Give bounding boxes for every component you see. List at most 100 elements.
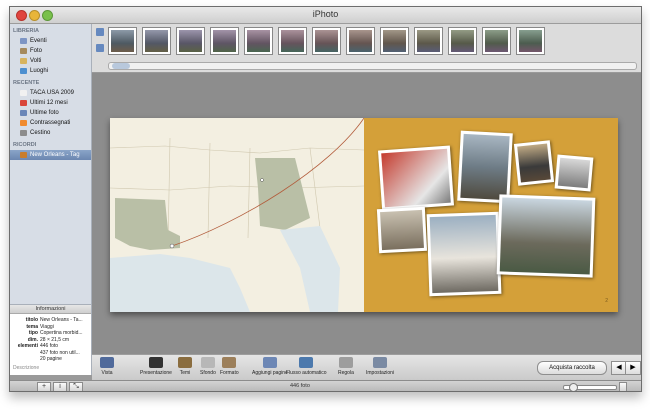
- sfondo-button[interactable]: Sfondo: [200, 357, 216, 376]
- view-icon: [100, 357, 114, 368]
- aggiungi-pagine-button[interactable]: Aggiungi pagine: [252, 357, 288, 376]
- photos-icon: [20, 48, 27, 54]
- page-thumbnail[interactable]: [380, 27, 409, 55]
- page-thumbnail[interactable]: [516, 27, 545, 55]
- sidebar-item[interactable]: Cestino: [10, 128, 91, 138]
- add-pages-icon: [262, 357, 277, 368]
- collage-photo[interactable]: [457, 130, 513, 204]
- memories-header: RICORDI: [13, 142, 37, 148]
- slideshow-icon: [148, 357, 163, 368]
- background-icon: [200, 357, 215, 368]
- toolbar-button-label: Regola: [338, 370, 354, 376]
- zoom-max-icon[interactable]: [619, 382, 627, 391]
- sidebar-item[interactable]: New Orleans - Tag: [10, 150, 91, 160]
- sidebar-item[interactable]: Foto: [10, 46, 91, 56]
- trash-icon: [20, 130, 27, 136]
- sidebar-item[interactable]: Eventi: [10, 36, 91, 46]
- sidebar-item[interactable]: TACA USA 2009: [10, 88, 91, 98]
- next-page-button[interactable]: ▶: [625, 361, 641, 375]
- info-panel: Informazioni titolo New Orleans - Ta... te…: [10, 304, 92, 375]
- collage-photo[interactable]: [513, 140, 555, 186]
- add-button[interactable]: +: [37, 382, 51, 391]
- page-view-icon[interactable]: [96, 28, 104, 36]
- sidebar-item[interactable]: Contrassegnati: [10, 118, 91, 128]
- map-page[interactable]: [110, 118, 364, 312]
- sidebar-item-label: Volti: [30, 58, 42, 64]
- places-icon: [20, 68, 27, 74]
- layout-icon: [222, 357, 237, 368]
- scrollbar-knob[interactable]: [112, 63, 130, 69]
- sidebar-item-label: Eventi: [30, 38, 47, 44]
- page-thumbnail[interactable]: [448, 27, 477, 55]
- collage-photo[interactable]: [377, 145, 455, 211]
- regola-button[interactable]: Regola: [338, 357, 354, 376]
- page-thumbnail[interactable]: [142, 27, 171, 55]
- thumbnail-scrollbar[interactable]: [108, 62, 637, 70]
- toolbar-button-label: Impostazioni: [366, 370, 395, 376]
- sidebar-item[interactable]: Ultimi 12 mesi: [10, 98, 91, 108]
- page-thumbnail[interactable]: [244, 27, 273, 55]
- page-thumbnail[interactable]: [482, 27, 511, 55]
- collage-photo[interactable]: [554, 154, 594, 192]
- vista-button[interactable]: Vista: [100, 357, 114, 376]
- calendar-icon: [20, 100, 27, 106]
- sidebar-item[interactable]: Luoghi: [10, 66, 91, 76]
- photo-collage-page[interactable]: 2: [364, 118, 618, 312]
- temi-button[interactable]: Temi: [178, 357, 192, 376]
- page-thumbnail[interactable]: [278, 27, 307, 55]
- events-icon: [20, 38, 27, 44]
- info-value: 20 pagine: [40, 356, 62, 362]
- impostazioni-button[interactable]: Impostazioni: [366, 357, 394, 376]
- sidebar-item[interactable]: Ultime foto: [10, 108, 91, 118]
- photo-count: 446 foto: [290, 383, 310, 389]
- buy-book-button[interactable]: Acquista raccolta: [537, 361, 607, 375]
- adjust-icon: [338, 357, 353, 368]
- map-illustration: [110, 118, 364, 312]
- sidebar-item-label: Ultime foto: [30, 110, 59, 116]
- faces-icon: [20, 58, 27, 64]
- toolbar-button-label: Presentazione: [140, 370, 172, 376]
- zoom-slider-knob[interactable]: [568, 383, 578, 391]
- toolbar-button-label: Temi: [179, 370, 191, 376]
- page-number: 2: [605, 298, 608, 304]
- photos-view-icon[interactable]: [96, 44, 104, 52]
- collage-photo[interactable]: [376, 206, 428, 254]
- description-field[interactable]: Descrizione: [10, 365, 91, 371]
- info-key: [10, 356, 40, 363]
- info-button[interactable]: i: [53, 382, 67, 391]
- sidebar-item[interactable]: Volti: [10, 56, 91, 66]
- import-icon: [20, 110, 27, 116]
- toolbar-button-label: Aggiungi pagine: [252, 370, 288, 376]
- sidebar-item-label: Contrassegnati: [30, 120, 71, 126]
- flag-icon: [20, 120, 27, 126]
- title-bar: iPhoto: [10, 7, 641, 24]
- collage-photo[interactable]: [426, 211, 502, 297]
- event-icon: [20, 90, 27, 96]
- flusso-automatico-button[interactable]: Flusso automatico: [286, 357, 327, 376]
- zoom-slider[interactable]: [563, 383, 617, 391]
- iphoto-window: iPhoto LIBRERIA Eventi Foto Volti Luoghi RE…: [9, 6, 642, 392]
- themes-icon: [178, 357, 192, 368]
- collage-photo[interactable]: [496, 194, 596, 278]
- page-thumbnail[interactable]: [346, 27, 375, 55]
- fullscreen-button[interactable]: ⤡: [69, 382, 83, 391]
- sidebar-item-label: Luoghi: [30, 68, 49, 74]
- toolbar-button-label: Sfondo: [200, 370, 216, 376]
- sidebar-item-label: Cestino: [30, 130, 51, 136]
- formato-button[interactable]: Formato: [220, 357, 239, 376]
- page-thumbnail[interactable]: [414, 27, 443, 55]
- thumbnail-browser: [92, 24, 641, 73]
- page-thumbnail[interactable]: [312, 27, 341, 55]
- library-header: LIBRERIA: [13, 28, 39, 34]
- presentazione-button[interactable]: Presentazione: [140, 357, 172, 376]
- page-thumbnail[interactable]: [176, 27, 205, 55]
- toolbar-button-label: Vista: [101, 370, 113, 376]
- sidebar-item-label: New Orleans - Tag: [30, 152, 80, 158]
- recent-header: RECENTE: [13, 80, 40, 86]
- page-thumbnail[interactable]: [210, 27, 239, 55]
- sidebar-item-label: Foto: [30, 48, 43, 54]
- sidebar-item-label: Ultimi 12 mesi: [30, 100, 68, 106]
- book-spread: 2: [110, 118, 618, 312]
- autoflow-icon: [299, 357, 314, 368]
- page-thumbnail[interactable]: [108, 27, 137, 55]
